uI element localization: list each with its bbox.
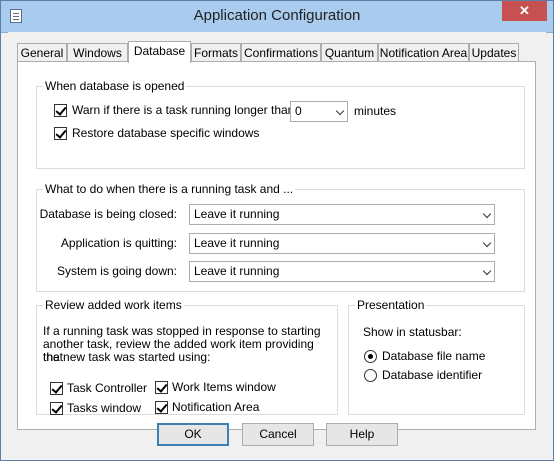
review-description-line-3: the new task was started using: bbox=[43, 350, 211, 364]
chevron-down-icon bbox=[335, 106, 345, 116]
app-quitting-label: Application is quitting: bbox=[60, 236, 177, 250]
work-items-window-label: Work Items window bbox=[172, 380, 276, 394]
chevron-down-icon bbox=[482, 238, 492, 248]
db-opened-title: When database is opened bbox=[43, 79, 187, 93]
database-identifier-label: Database identifier bbox=[382, 368, 483, 382]
tab-formats[interactable]: Formats bbox=[191, 43, 241, 62]
work-items-window-checkbox[interactable] bbox=[155, 381, 168, 394]
notification-area-checkbox[interactable] bbox=[155, 401, 168, 414]
warn-minutes-combo[interactable]: 0 bbox=[290, 101, 348, 122]
database-tab-panel: When database is opened Warn if there is… bbox=[17, 61, 536, 430]
review-group: Review added work items If a running tas… bbox=[36, 298, 338, 415]
system-down-combo[interactable]: Leave it running bbox=[189, 261, 495, 282]
running-task-title: What to do when there is a running task … bbox=[43, 182, 296, 196]
chevron-down-icon bbox=[482, 209, 492, 219]
database-identifier-radio[interactable] bbox=[364, 369, 377, 382]
title-bar[interactable]: Application Configuration ✕ bbox=[1, 1, 553, 33]
app-quitting-value: Leave it running bbox=[194, 236, 280, 250]
restore-label: Restore database specific windows bbox=[72, 126, 260, 140]
db-closed-value: Leave it running bbox=[194, 207, 280, 221]
tab-confirmations[interactable]: Confirmations bbox=[241, 43, 321, 62]
db-opened-group: When database is opened Warn if there is… bbox=[36, 79, 525, 169]
tab-updates[interactable]: Updates bbox=[469, 43, 519, 62]
app-quitting-combo[interactable]: Leave it running bbox=[189, 233, 495, 254]
notification-area-label: Notification Area bbox=[172, 400, 260, 414]
window-title: Application Configuration bbox=[193, 7, 361, 24]
task-controller-checkbox[interactable] bbox=[50, 382, 63, 395]
help-button[interactable]: Help bbox=[326, 423, 398, 446]
tasks-window-checkbox[interactable] bbox=[50, 402, 63, 415]
tab-notification-area[interactable]: Notification Area bbox=[378, 43, 469, 62]
db-closed-combo[interactable]: Leave it running bbox=[189, 204, 495, 225]
show-in-statusbar-label: Show in statusbar: bbox=[363, 325, 462, 339]
close-button[interactable]: ✕ bbox=[502, 1, 547, 21]
system-down-value: Leave it running bbox=[194, 264, 280, 278]
restore-checkbox[interactable] bbox=[54, 127, 67, 140]
tasks-window-label: Tasks window bbox=[67, 401, 142, 415]
presentation-group: Presentation Show in statusbar: Database… bbox=[348, 298, 525, 415]
tab-quantum[interactable]: Quantum bbox=[321, 43, 378, 62]
database-file-name-label: Database file name bbox=[382, 349, 486, 363]
review-title: Review added work items bbox=[43, 298, 184, 312]
warn-checkbox[interactable] bbox=[54, 104, 67, 117]
warn-label: Warn if there is a task running longer t… bbox=[72, 103, 298, 117]
dialog-client-area: General Windows Database Formats Confirm… bbox=[8, 32, 546, 452]
running-task-group: What to do when there is a running task … bbox=[36, 182, 525, 292]
warn-minutes-value: 0 bbox=[295, 104, 302, 118]
tab-windows[interactable]: Windows bbox=[67, 43, 128, 62]
ok-button[interactable]: OK bbox=[157, 423, 229, 446]
tab-general[interactable]: General bbox=[17, 43, 67, 62]
minutes-label: minutes bbox=[354, 104, 397, 118]
application-configuration-window: Application Configuration ✕ General Wind… bbox=[0, 0, 554, 461]
cancel-button[interactable]: Cancel bbox=[242, 423, 314, 446]
db-closed-label: Database is being closed: bbox=[39, 207, 177, 221]
task-controller-label: Task Controller bbox=[67, 381, 148, 395]
presentation-title: Presentation bbox=[355, 298, 427, 312]
chevron-down-icon bbox=[482, 266, 492, 276]
database-file-name-radio[interactable] bbox=[364, 350, 377, 363]
tab-database[interactable]: Database bbox=[128, 41, 191, 63]
system-down-label: System is going down: bbox=[56, 264, 177, 278]
